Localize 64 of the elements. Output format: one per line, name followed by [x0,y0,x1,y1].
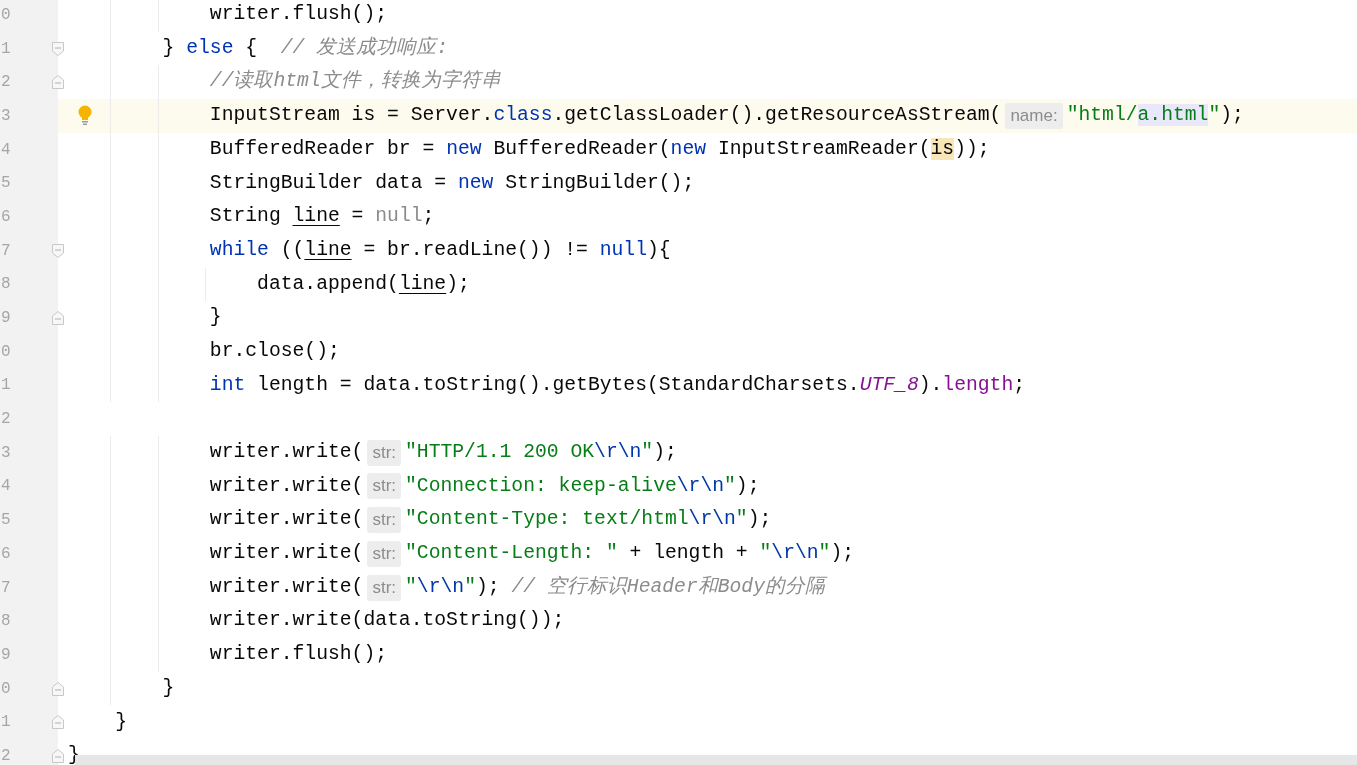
code-text: //读取html文件，转换为字符串 [209,68,501,95]
line-number: 7 [1,577,11,599]
code-text: } [115,709,128,735]
code-text: writer.flush(); [209,2,388,28]
fold-marker-icon[interactable] [52,243,64,258]
code-text: writer.write( [209,574,364,600]
code-text: } else { // 发送成功响应: [162,35,448,61]
code-text: InputStream is = Server.class.getClassLoader().getResourceAsStream( [209,103,1002,129]
code-text: writer.write( [209,440,364,465]
parameter-hint: str: [367,439,402,466]
line-number: 1 [1,375,11,397]
line-number: 3 [1,105,11,127]
code-text: br.close(); [209,338,340,364]
code-text: writer.write( [209,541,364,567]
line-number: 4 [1,139,11,161]
fold-marker-icon[interactable] [52,681,64,696]
parameter-hint: str: [367,507,402,534]
line-number: 9 [1,644,11,666]
code-text: int length = data.toString().getBytes(StandardCharsets.UTF_8).length; [209,372,1026,398]
line-number: 4 [1,476,11,498]
code-text: BufferedReader br = new BufferedReader(new InputStreamReader(is)); [209,136,990,162]
line-number: 2 [1,72,11,94]
line-number: 6 [1,206,11,228]
lightbulb-icon[interactable] [78,105,92,126]
code-text: } [209,305,222,331]
code-text: writer.write( [209,507,364,533]
code-text: while ((line = br.readLine()) != null){ [209,237,671,263]
code-text: "Connection: keep-alive\r\n"); [405,473,760,499]
parameter-hint: str: [367,574,402,601]
fold-marker-icon[interactable] [52,75,64,90]
fold-marker-icon[interactable] [52,311,64,326]
line-number: 8 [1,611,11,633]
line-number: 0 [1,4,11,26]
code-text: String line = null; [209,204,435,230]
code-text: } [68,743,80,765]
code-text: StringBuilder data = new StringBuilder(); [209,170,695,196]
code-text: writer.write(data.toString()); [209,608,565,634]
line-number: 7 [1,240,11,262]
fold-marker-icon[interactable] [52,715,64,730]
line-number: 0 [1,341,11,363]
line-number: 5 [1,173,11,195]
code-text: writer.flush(); [209,642,388,668]
line-number: 1 [1,38,11,60]
line-number: 8 [1,274,11,296]
line-number: 9 [1,308,11,330]
parameter-hint: str: [367,473,402,500]
code-text: "html/a.html"); [1066,103,1244,129]
line-number: 0 [1,678,11,700]
code-text: "Content-Length: " + length + "\r\n"); [405,541,855,567]
code-text: data.append(line); [257,271,470,297]
line-number: 1 [1,712,11,734]
code-text: "HTTP/1.1 200 OK\r\n"); [405,440,677,465]
parameter-hint: str: [367,540,402,567]
code-text: } [162,675,175,701]
line-number: 3 [1,442,11,464]
line-number: 2 [1,409,11,431]
code-text: writer.write( [209,473,364,499]
fold-marker-icon[interactable] [52,749,64,764]
parameter-hint: name: [1005,102,1063,129]
line-number: 6 [1,543,11,565]
code-text: "Content-Type: text/html\r\n"); [405,507,772,533]
fold-marker-icon[interactable] [52,41,64,56]
line-number: 5 [1,510,11,532]
line-number: 2 [1,745,11,765]
